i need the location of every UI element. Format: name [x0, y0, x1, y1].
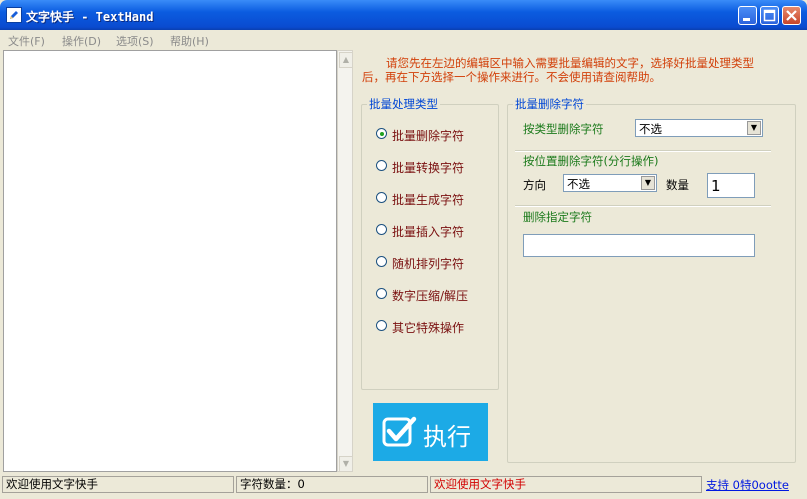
- scroll-up-icon[interactable]: ▲: [339, 52, 353, 68]
- execute-label: 执行: [423, 423, 471, 451]
- support-link[interactable]: 支持 0特0ootte: [706, 477, 789, 493]
- direction-select[interactable]: 不选 ▼: [563, 174, 657, 192]
- close-button[interactable]: [782, 6, 801, 25]
- title-bar[interactable]: 文字快手 - TextHand: [0, 0, 807, 30]
- radio-icon: [376, 256, 387, 267]
- divider: [515, 205, 771, 207]
- checkmark-icon: [382, 416, 417, 447]
- radio-label: 其它特殊操作: [392, 321, 465, 335]
- processing-type-group: [361, 104, 499, 390]
- radio-selected-icon: [376, 128, 387, 139]
- execute-button[interactable]: 执行: [373, 403, 488, 461]
- status-char-count: 字符数量：0: [236, 476, 428, 493]
- divider: [515, 150, 771, 152]
- maximize-icon: [763, 9, 776, 22]
- radio-label: 随机排列字符: [392, 257, 465, 271]
- by-type-value: 不选: [639, 122, 662, 136]
- chevron-down-icon[interactable]: ▼: [641, 176, 655, 190]
- app-pencil-icon[interactable]: [6, 7, 22, 23]
- text-editor[interactable]: [3, 50, 337, 472]
- by-position-label: 按位置删除字符(分行操作): [523, 154, 659, 168]
- status-bar: 欢迎使用文字快手 字符数量：0 欢迎使用文字快手 支持 0特0ootte: [0, 474, 807, 499]
- radio-icon: [376, 160, 387, 171]
- close-icon: [786, 10, 797, 21]
- specified-chars-input[interactable]: [523, 234, 755, 257]
- direction-label: 方向: [523, 178, 546, 192]
- radio-label: 批量插入字符: [392, 225, 465, 239]
- specified-label: 删除指定字符: [523, 210, 592, 224]
- minimize-icon: [743, 18, 750, 21]
- editor-scrollbar[interactable]: ▲ ▼: [337, 50, 353, 472]
- batch-delete-title: 批量删除字符: [513, 96, 586, 112]
- radio-label: 批量删除字符: [392, 129, 465, 143]
- instruction-hint: 请您先在左边的编辑区中输入需要批量编辑的文字，选择好批量处理类型后，再在下方选择…: [362, 56, 754, 84]
- menu-help[interactable]: 帮助(H): [170, 33, 209, 49]
- radio-label: 数字压缩/解压: [392, 289, 469, 303]
- status-welcome: 欢迎使用文字快手: [2, 476, 234, 493]
- menu-file[interactable]: 文件(F): [8, 33, 45, 49]
- by-type-select[interactable]: 不选 ▼: [635, 119, 763, 137]
- scroll-down-icon[interactable]: ▼: [339, 456, 353, 472]
- radio-icon: [376, 320, 387, 331]
- processing-type-title: 批量处理类型: [367, 96, 440, 112]
- count-input[interactable]: 1: [707, 173, 755, 198]
- by-type-label: 按类型删除字符: [523, 122, 604, 136]
- window-title: 文字快手 - TextHand: [26, 10, 154, 24]
- count-value: 1: [711, 177, 721, 195]
- minimize-button[interactable]: [738, 6, 757, 25]
- radio-label: 批量生成字符: [392, 193, 465, 207]
- count-label: 数量: [666, 178, 689, 192]
- radio-icon: [376, 192, 387, 203]
- direction-value: 不选: [567, 177, 590, 191]
- maximize-button[interactable]: [760, 6, 779, 25]
- radio-icon: [376, 224, 387, 235]
- chevron-down-icon[interactable]: ▼: [747, 121, 761, 135]
- status-message: 欢迎使用文字快手: [430, 476, 702, 493]
- menu-bar: 文件(F) 操作(D) 选项(S) 帮助(H): [0, 30, 807, 50]
- radio-label: 批量转换字符: [392, 161, 465, 175]
- menu-options[interactable]: 选项(S): [116, 33, 154, 49]
- menu-operation[interactable]: 操作(D): [62, 33, 101, 49]
- radio-icon: [376, 288, 387, 299]
